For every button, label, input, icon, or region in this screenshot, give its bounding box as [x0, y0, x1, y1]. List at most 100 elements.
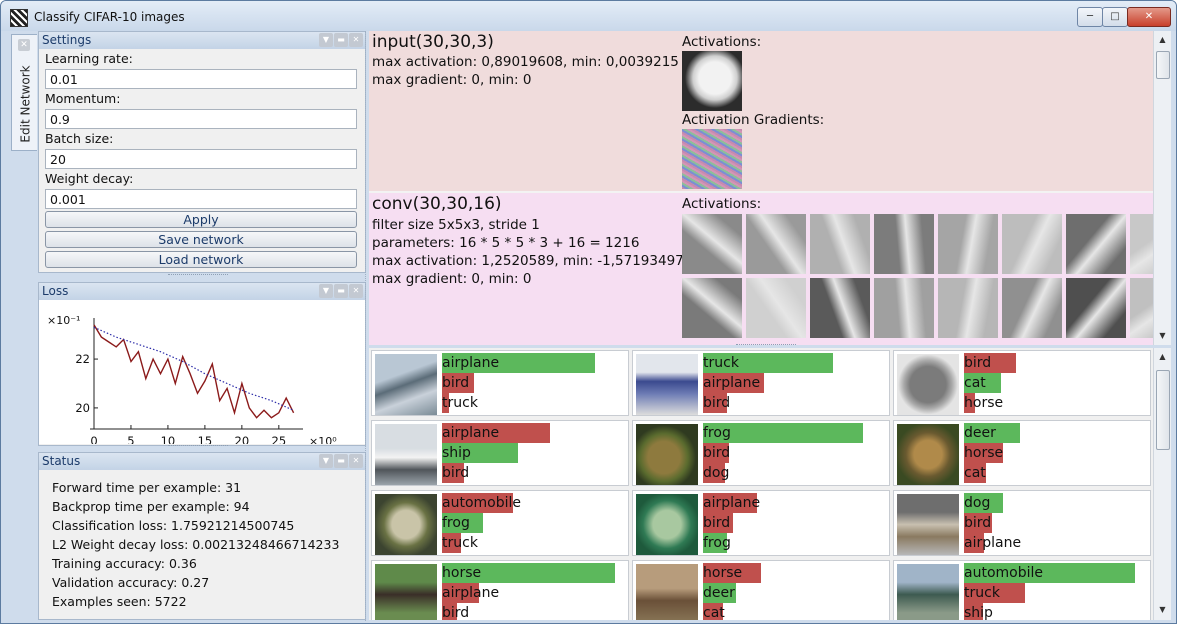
sample-image — [897, 494, 959, 555]
close-icon[interactable]: ✕ — [1127, 7, 1171, 27]
x-tick-label: 20 — [235, 434, 250, 444]
scroll-up-icon[interactable]: ▲ — [1154, 350, 1171, 364]
conv-activation-map — [1066, 214, 1126, 274]
splitter-grip[interactable] — [168, 445, 228, 449]
minimize-icon[interactable]: ─ — [1077, 7, 1103, 27]
input-layer-panel: input(30,30,3) max activation: 0,8901960… — [369, 31, 1153, 191]
batch-size-input[interactable]: 20 — [45, 149, 357, 169]
prediction-row: bird — [703, 393, 730, 413]
tab-edit-network[interactable]: ✕ Edit Network — [11, 34, 37, 151]
conv-activation-map — [810, 278, 870, 338]
prediction-row: ship — [442, 443, 518, 463]
prediction-row: airplane — [442, 353, 595, 373]
prediction-label: automobile — [442, 495, 521, 511]
conv-activation-map — [1066, 278, 1126, 338]
save-network-button[interactable]: Save network — [45, 231, 357, 248]
conv-activation-map — [1130, 214, 1153, 274]
examples-seen-text: Examples seen: 5722 — [52, 594, 187, 609]
sample-image — [636, 564, 698, 620]
input-activations-label: Activations: — [682, 34, 762, 50]
conv-filter-info: filter size 5x5x3, stride 1 — [372, 217, 540, 233]
panel-float-icon[interactable]: ▬ — [334, 454, 348, 468]
learning-rate-input[interactable]: 0.01 — [45, 69, 357, 89]
sample-image — [636, 424, 698, 485]
maximize-icon[interactable]: □ — [1102, 7, 1128, 27]
smoothed-loss-series-line — [93, 326, 294, 411]
prediction-label: horse — [964, 395, 1004, 411]
prediction-label: ship — [442, 445, 471, 461]
loss-panel-title: Loss ▼ ▬ ✕ — [39, 283, 365, 300]
prediction-label: airplane — [703, 375, 761, 391]
prediction-row: truck — [442, 393, 478, 413]
prediction-row: airplane — [703, 373, 764, 393]
y-tick-label: 22 — [75, 352, 90, 366]
panel-close-icon[interactable]: ✕ — [349, 284, 363, 298]
prediction-row: airplane — [703, 493, 760, 513]
prediction-label: automobile — [964, 565, 1043, 581]
prediction-row: automobile — [442, 493, 521, 513]
conv-activation-map — [874, 214, 934, 274]
panel-float-icon[interactable]: ▬ — [334, 33, 348, 47]
loss-series-line — [93, 324, 295, 419]
prediction-row: cat — [964, 463, 986, 483]
layers-scrollbar[interactable]: ▲ ▼ — [1153, 31, 1171, 345]
panel-close-icon[interactable]: ✕ — [349, 454, 363, 468]
prediction-cell: bird cat horse — [893, 350, 1151, 416]
conv-activation-map — [938, 214, 998, 274]
prediction-row: cat — [964, 373, 1001, 393]
input-layer-gradient-info: max gradient: 0, min: 0 — [372, 72, 532, 88]
splitter-grip[interactable] — [168, 274, 228, 278]
weight-decay-loss-text: L2 Weight decay loss: 0.0021324846671423… — [52, 537, 340, 552]
scroll-down-icon[interactable]: ▼ — [1154, 329, 1171, 343]
panel-float-icon[interactable]: ▬ — [334, 284, 348, 298]
input-activation-image — [682, 51, 742, 111]
forward-time-text: Forward time per example: 31 — [52, 480, 242, 495]
prediction-row: airplane — [964, 533, 1021, 553]
scroll-up-icon[interactable]: ▲ — [1154, 33, 1171, 47]
prediction-label: horse — [964, 445, 1004, 461]
backprop-time-text: Backprop time per example: 94 — [52, 499, 250, 514]
panel-close-icon[interactable]: ✕ — [349, 33, 363, 47]
momentum-input[interactable]: 0.9 — [45, 109, 357, 129]
apply-button[interactable]: Apply — [45, 211, 357, 228]
panel-menu-icon[interactable]: ▼ — [319, 454, 333, 468]
momentum-label: Momentum: — [45, 91, 121, 106]
prediction-row: airplane — [442, 583, 499, 603]
conv-activation-map — [746, 278, 806, 338]
prediction-label: bird — [703, 515, 731, 531]
prediction-label: airplane — [442, 355, 500, 371]
training-accuracy-text: Training accuracy: 0.36 — [52, 556, 197, 571]
window-title: Classify CIFAR-10 images — [34, 10, 185, 24]
x-tick-label: 0 — [90, 434, 97, 444]
prediction-label: horse — [442, 565, 482, 581]
prediction-label: truck — [442, 535, 478, 551]
close-tab-icon[interactable]: ✕ — [18, 39, 30, 51]
conv-activation-map — [938, 278, 998, 338]
prediction-row: dog — [703, 463, 729, 483]
sample-image — [636, 354, 698, 415]
panel-menu-icon[interactable]: ▼ — [319, 33, 333, 47]
conv-activation-map — [682, 278, 742, 338]
predictions-scroll-thumb[interactable] — [1156, 370, 1170, 450]
prediction-cell: truck airplane bird — [632, 350, 890, 416]
prediction-row: airplane — [442, 423, 550, 443]
prediction-label: dog — [703, 465, 730, 481]
prediction-cell: automobile frog truck — [371, 490, 629, 556]
prediction-label: airplane — [703, 495, 761, 511]
prediction-row: frog — [703, 423, 863, 443]
layers-scroll-thumb[interactable] — [1156, 51, 1170, 79]
prediction-label: truck — [442, 395, 478, 411]
prediction-label: deer — [964, 425, 996, 441]
conv-activation-map — [810, 214, 870, 274]
scroll-down-icon[interactable]: ▼ — [1154, 603, 1171, 617]
prediction-row: automobile — [964, 563, 1135, 583]
conv-activation-map — [1002, 278, 1062, 338]
predictions-scrollbar[interactable]: ▲ ▼ — [1153, 348, 1171, 620]
prediction-row: horse — [964, 443, 1003, 463]
conv-activation-map — [1130, 278, 1153, 338]
weight-decay-input[interactable]: 0.001 — [45, 189, 357, 209]
conv-activation-maps — [682, 214, 1153, 339]
settings-panel-title: Settings ▼ ▬ ✕ — [39, 32, 365, 49]
panel-menu-icon[interactable]: ▼ — [319, 284, 333, 298]
load-network-button[interactable]: Load network — [45, 251, 357, 268]
